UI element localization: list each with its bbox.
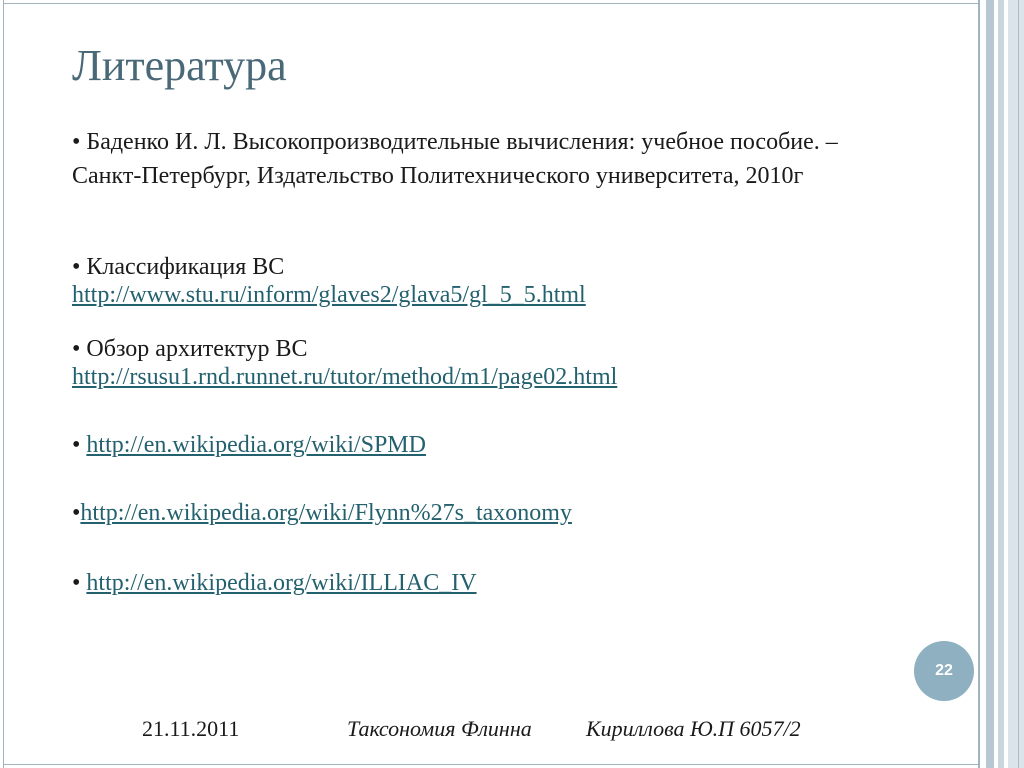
slide-title: Литература [72,41,287,90]
reference-link[interactable]: http://en.wikipedia.org/wiki/SPMD [86,432,426,458]
reference-item: • http://en.wikipedia.org/wiki/ILLIAC_IV [72,566,477,600]
reference-item: • Классификация ВС http://www.stu.ru/inf… [72,250,586,312]
slide: Литература • Баденко И. Л. Высокопроизво… [0,0,1024,768]
reference-link[interactable]: http://en.wikipedia.org/wiki/Flynn%27s_t… [80,500,572,526]
decorative-side-bars [978,0,1024,768]
side-bar [978,0,980,768]
reference-text: Баденко И. Л. Высокопроизводительные выч… [72,129,838,189]
reference-item: • Баденко И. Л. Высокопроизводительные в… [72,125,872,193]
bullet: • [72,432,87,458]
side-bar [1018,0,1019,768]
reference-item: • http://en.wikipedia.org/wiki/SPMD [72,428,426,462]
bullet: • [72,570,87,596]
side-bar [998,0,1004,768]
reference-item: •http://en.wikipedia.org/wiki/Flynn%27s_… [72,496,572,530]
reference-link[interactable]: http://rsusu1.rnd.runnet.ru/tutor/method… [72,364,617,390]
frame-left-line [3,0,4,768]
frame-top-line [3,3,979,4]
side-bar [986,0,994,768]
footer-author: Кириллова Ю.П 6057/2 [586,716,801,741]
page-number-badge: 22 [914,641,974,701]
side-bar [1008,0,1024,768]
reference-link[interactable]: http://en.wikipedia.org/wiki/ILLIAC_IV [86,570,476,596]
reference-item: • Обзор архитектур ВС http://rsusu1.rnd.… [72,332,617,394]
frame-bottom-line [3,764,979,765]
reference-text: Классификация ВС [80,254,285,280]
reference-link[interactable]: http://www.stu.ru/inform/glaves2/glava5/… [72,282,586,308]
reference-text: Обзор архитектур ВС [80,336,308,362]
footer-topic: Таксономия Флинна [347,716,532,741]
footer-date: 21.11.2011 [142,716,240,741]
